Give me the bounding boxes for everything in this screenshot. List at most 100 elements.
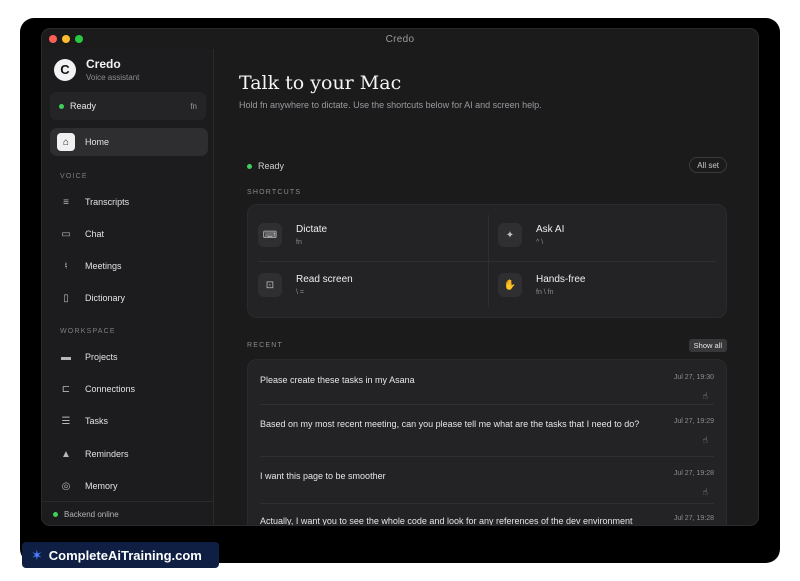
sidebar-item-connections[interactable]: ⊏ Connections — [50, 375, 208, 403]
page-title: Talk to your Mac — [239, 72, 402, 94]
scan-icon: ⊡ — [258, 273, 282, 297]
watermark-text: CompleteAiTraining.com — [48, 547, 202, 563]
sidebar-item-label: Dictionary — [85, 293, 126, 303]
backend-status-dot — [53, 512, 58, 517]
status-label: Ready — [70, 101, 97, 111]
recent-time: Jul 27, 19:29 — [673, 418, 714, 425]
shortcut-key: ^ \ — [536, 239, 544, 246]
shortcut-ask-ai[interactable]: ✦ Ask AI ^ \ — [488, 213, 716, 257]
sparkle-icon: ✦ — [498, 223, 522, 247]
hand-icon: ✋ — [498, 273, 522, 297]
transcript-icon: ≡ — [63, 196, 69, 208]
title-bar: Credo — [42, 29, 758, 49]
status-dot — [247, 163, 252, 169]
sidebar-item-label: Reminders — [85, 449, 129, 459]
status-key: fn — [190, 101, 197, 111]
shortcut-hands-free[interactable]: ✋ Hands-free fn \ fn — [488, 263, 716, 307]
sidebar: C Credo Voice assistant Ready fn ⌂ Home … — [42, 49, 214, 525]
backend-status-label: Backend online — [64, 510, 119, 519]
sidebar-item-label: Projects — [85, 352, 118, 362]
sidebar-item-home[interactable]: ⌂ Home — [50, 128, 208, 156]
sidebar-item-label: Home — [85, 137, 110, 147]
shortcut-key: \ = — [296, 289, 304, 296]
app-window: Credo C Credo Voice assistant Ready fn ⌂… — [41, 28, 759, 526]
sidebar-item-memory[interactable]: ◎ Memory — [50, 472, 208, 500]
shortcut-label: Read screen — [296, 274, 353, 285]
sidebar-item-chat[interactable]: ▭ Chat — [50, 220, 208, 248]
status-row: Ready — [247, 161, 284, 171]
section-workspace: WORKSPACE — [60, 328, 116, 335]
book-icon: ▯ — [63, 292, 69, 304]
divider — [260, 404, 714, 405]
minimize-button[interactable] — [62, 35, 70, 43]
all-set-badge: All set — [689, 157, 727, 173]
main-content: Talk to your Mac Hold fn anywhere to dic… — [215, 49, 758, 525]
page-subtitle: Hold fn anywhere to dictate. Use the sho… — [239, 100, 542, 110]
shortcut-label: Hands-free — [536, 274, 586, 285]
section-voice: VOICE — [60, 173, 88, 180]
microphone-icon: ♮ — [64, 260, 68, 272]
close-button[interactable] — [49, 35, 57, 43]
recent-text: Based on my most recent meeting, can you… — [260, 419, 640, 429]
plug-icon: ⊏ — [61, 383, 71, 395]
folder-icon: ▬ — [61, 351, 71, 363]
shortcut-key: fn \ fn — [536, 289, 554, 296]
shortcut-label: Dictate — [296, 224, 328, 235]
list-item[interactable]: Actually, I want you to see the whole co… — [260, 515, 714, 526]
sidebar-item-projects[interactable]: ▬ Projects — [50, 343, 208, 371]
keyboard-icon: ⌨ — [258, 223, 282, 247]
shortcut-label: Ask AI — [536, 224, 565, 235]
brand-subtitle: Voice assistant — [86, 73, 140, 82]
zoom-button[interactable] — [75, 35, 83, 43]
shortcut-read-screen[interactable]: ⊡ Read screen \ = — [248, 263, 476, 307]
status-card: Ready fn — [50, 92, 206, 120]
checklist-icon: ☰ — [61, 415, 71, 427]
divider — [260, 456, 714, 457]
sidebar-item-dictionary[interactable]: ▯ Dictionary — [50, 284, 208, 312]
shortcuts-card: ⌨ Dictate fn ✦ Ask AI ^ \ ⊡ Read screen … — [247, 204, 727, 318]
brain-icon: ◎ — [61, 480, 71, 492]
home-icon: ⌂ — [57, 133, 75, 151]
list-item[interactable]: Based on my most recent meeting, can you… — [260, 418, 714, 445]
sidebar-item-meetings[interactable]: ♮ Meetings — [50, 252, 208, 280]
watermark-badge: ✶ CompleteAiTraining.com — [22, 542, 219, 568]
sidebar-item-reminders[interactable]: ▲ Reminders — [50, 440, 208, 468]
brand-name: Credo — [86, 57, 121, 71]
list-item[interactable]: I want this page to be smoother Jul 27, … — [260, 470, 714, 497]
divider — [260, 503, 714, 504]
divider — [258, 261, 716, 262]
chat-icon: ▭ — [61, 228, 71, 240]
shortcuts-title: SHORTCUTS — [247, 189, 302, 196]
recent-title: RECENT — [247, 342, 283, 349]
sidebar-item-label: Transcripts — [85, 197, 130, 207]
backend-status: Backend online — [42, 501, 213, 525]
sidebar-item-tasks[interactable]: ☰ Tasks — [50, 407, 208, 435]
recent-list: Please create these tasks in my Asana Ju… — [247, 359, 727, 526]
sidebar-item-label: Meetings — [85, 261, 122, 271]
sidebar-item-label: Tasks — [85, 416, 109, 426]
hand-icon: ☝ — [702, 435, 708, 445]
status-label: Ready — [258, 161, 285, 171]
shortcut-dictate[interactable]: ⌨ Dictate fn — [248, 213, 476, 257]
sidebar-item-label: Memory — [85, 481, 118, 491]
recent-text: Please create these tasks in my Asana — [260, 375, 415, 385]
sidebar-item-transcripts[interactable]: ≡ Transcripts — [50, 188, 208, 216]
recent-time: Jul 27, 19:28 — [673, 515, 714, 522]
brand: C Credo Voice assistant — [54, 57, 139, 82]
traffic-lights — [49, 35, 83, 43]
hand-icon: ☝ — [702, 487, 708, 497]
status-dot — [59, 103, 64, 109]
credo-logo-icon: C — [54, 58, 76, 81]
recent-time: Jul 27, 19:28 — [673, 470, 714, 477]
recent-text: Actually, I want you to see the whole co… — [260, 516, 633, 526]
show-all-button[interactable]: Show all — [688, 339, 727, 352]
hand-icon: ☝ — [702, 391, 708, 401]
window-title: Credo — [385, 33, 415, 45]
bell-icon: ▲ — [61, 448, 71, 460]
sidebar-item-label: Connections — [85, 384, 136, 394]
sidebar-item-label: Chat — [85, 229, 105, 239]
recent-time: Jul 27, 19:30 — [673, 374, 714, 381]
recent-text: I want this page to be smoother — [260, 471, 386, 481]
list-item[interactable]: Please create these tasks in my Asana Ju… — [260, 374, 714, 401]
shortcut-key: fn — [296, 239, 302, 246]
